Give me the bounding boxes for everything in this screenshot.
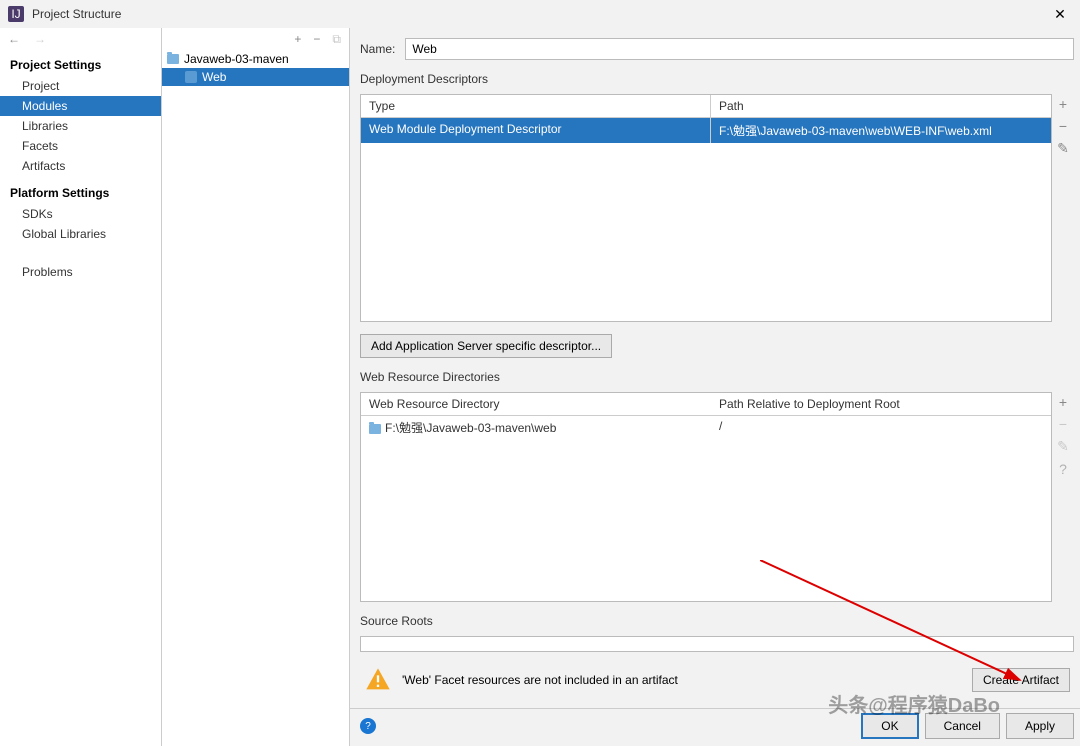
tree-root[interactable]: Javaweb-03-maven xyxy=(162,50,349,68)
nav-header-project-settings: Project Settings xyxy=(0,54,161,76)
create-artifact-button[interactable]: Create Artifact xyxy=(972,668,1070,692)
nav-item-global-libraries[interactable]: Global Libraries xyxy=(0,224,161,244)
web-icon xyxy=(184,70,198,84)
nav-item-artifacts[interactable]: Artifacts xyxy=(0,156,161,176)
nav-item-facets[interactable]: Facets xyxy=(0,136,161,156)
remove-icon[interactable]: − xyxy=(313,32,320,46)
name-label: Name: xyxy=(360,42,395,56)
remove-descriptor-icon[interactable]: − xyxy=(1059,118,1067,134)
deployment-col-path: Path xyxy=(711,95,1051,117)
deployment-col-type: Type xyxy=(361,95,711,117)
folder-icon xyxy=(166,52,180,66)
webres-col-rel: Path Relative to Deployment Root xyxy=(711,393,1051,415)
webres-row-rel: / xyxy=(711,416,1051,439)
webres-row-dir: F:\勉强\Javaweb-03-maven\web xyxy=(361,416,711,439)
close-icon[interactable]: ✕ xyxy=(1048,6,1072,23)
svg-text:IJ: IJ xyxy=(11,7,20,21)
deployment-table[interactable]: Type Path Web Module Deployment Descript… xyxy=(360,94,1052,322)
app-icon: IJ xyxy=(8,6,24,22)
add-icon[interactable]: + xyxy=(294,32,301,46)
folder-icon xyxy=(369,424,381,434)
ok-button[interactable]: OK xyxy=(861,713,918,739)
add-server-descriptor-button[interactable]: Add Application Server specific descript… xyxy=(360,334,612,358)
cancel-button[interactable]: Cancel xyxy=(925,713,1000,739)
webres-table[interactable]: Web Resource Directory Path Relative to … xyxy=(360,392,1052,602)
source-roots-box[interactable] xyxy=(360,636,1074,652)
nav-item-problems[interactable]: Problems xyxy=(0,262,161,282)
forward-icon[interactable]: → xyxy=(34,32,46,46)
help-icon[interactable]: ? xyxy=(360,718,376,734)
module-tree-panel: + − ⧉ Javaweb-03-maven Web xyxy=(162,28,350,746)
sidebar-nav-toolbar: ← → xyxy=(0,28,161,50)
webres-row[interactable]: F:\勉强\Javaweb-03-maven\web / xyxy=(361,416,1051,439)
nav-item-libraries[interactable]: Libraries xyxy=(0,116,161,136)
warning-text: 'Web' Facet resources are not included i… xyxy=(402,673,678,687)
warning-icon xyxy=(364,666,392,694)
add-descriptor-icon[interactable]: + xyxy=(1059,96,1067,112)
sidebar: ← → Project Settings Project Modules Lib… xyxy=(0,28,162,746)
edit-descriptor-icon[interactable]: ✎ xyxy=(1057,140,1069,157)
source-label: Source Roots xyxy=(360,614,1074,628)
deployment-row-path: F:\勉强\Javaweb-03-maven\web\WEB-INF\web.x… xyxy=(711,118,1051,143)
back-icon[interactable]: ← xyxy=(8,32,20,46)
right-panel: Name: Deployment Descriptors Type Path W… xyxy=(350,28,1080,746)
nav-item-project[interactable]: Project xyxy=(0,76,161,96)
help-webres-icon[interactable]: ? xyxy=(1059,461,1067,477)
deployment-row-type: Web Module Deployment Descriptor xyxy=(361,118,711,143)
apply-button[interactable]: Apply xyxy=(1006,713,1074,739)
remove-webres-icon[interactable]: − xyxy=(1059,416,1067,432)
add-webres-icon[interactable]: + xyxy=(1059,394,1067,410)
nav-header-platform-settings: Platform Settings xyxy=(0,182,161,204)
window-title: Project Structure xyxy=(32,7,1048,21)
deployment-row[interactable]: Web Module Deployment Descriptor F:\勉强\J… xyxy=(361,118,1051,143)
titlebar: IJ Project Structure ✕ xyxy=(0,0,1080,28)
webres-label: Web Resource Directories xyxy=(360,370,1074,384)
tree-child-web[interactable]: Web xyxy=(162,68,349,86)
tree-child-label: Web xyxy=(202,70,226,84)
name-input[interactable] xyxy=(405,38,1074,60)
edit-webres-icon[interactable]: ✎ xyxy=(1057,438,1069,455)
nav-item-modules[interactable]: Modules xyxy=(0,96,161,116)
deployment-label: Deployment Descriptors xyxy=(360,72,1074,86)
copy-icon[interactable]: ⧉ xyxy=(332,32,341,47)
tree-root-label: Javaweb-03-maven xyxy=(184,52,289,66)
webres-col-dir: Web Resource Directory xyxy=(361,393,711,415)
nav-item-sdks[interactable]: SDKs xyxy=(0,204,161,224)
